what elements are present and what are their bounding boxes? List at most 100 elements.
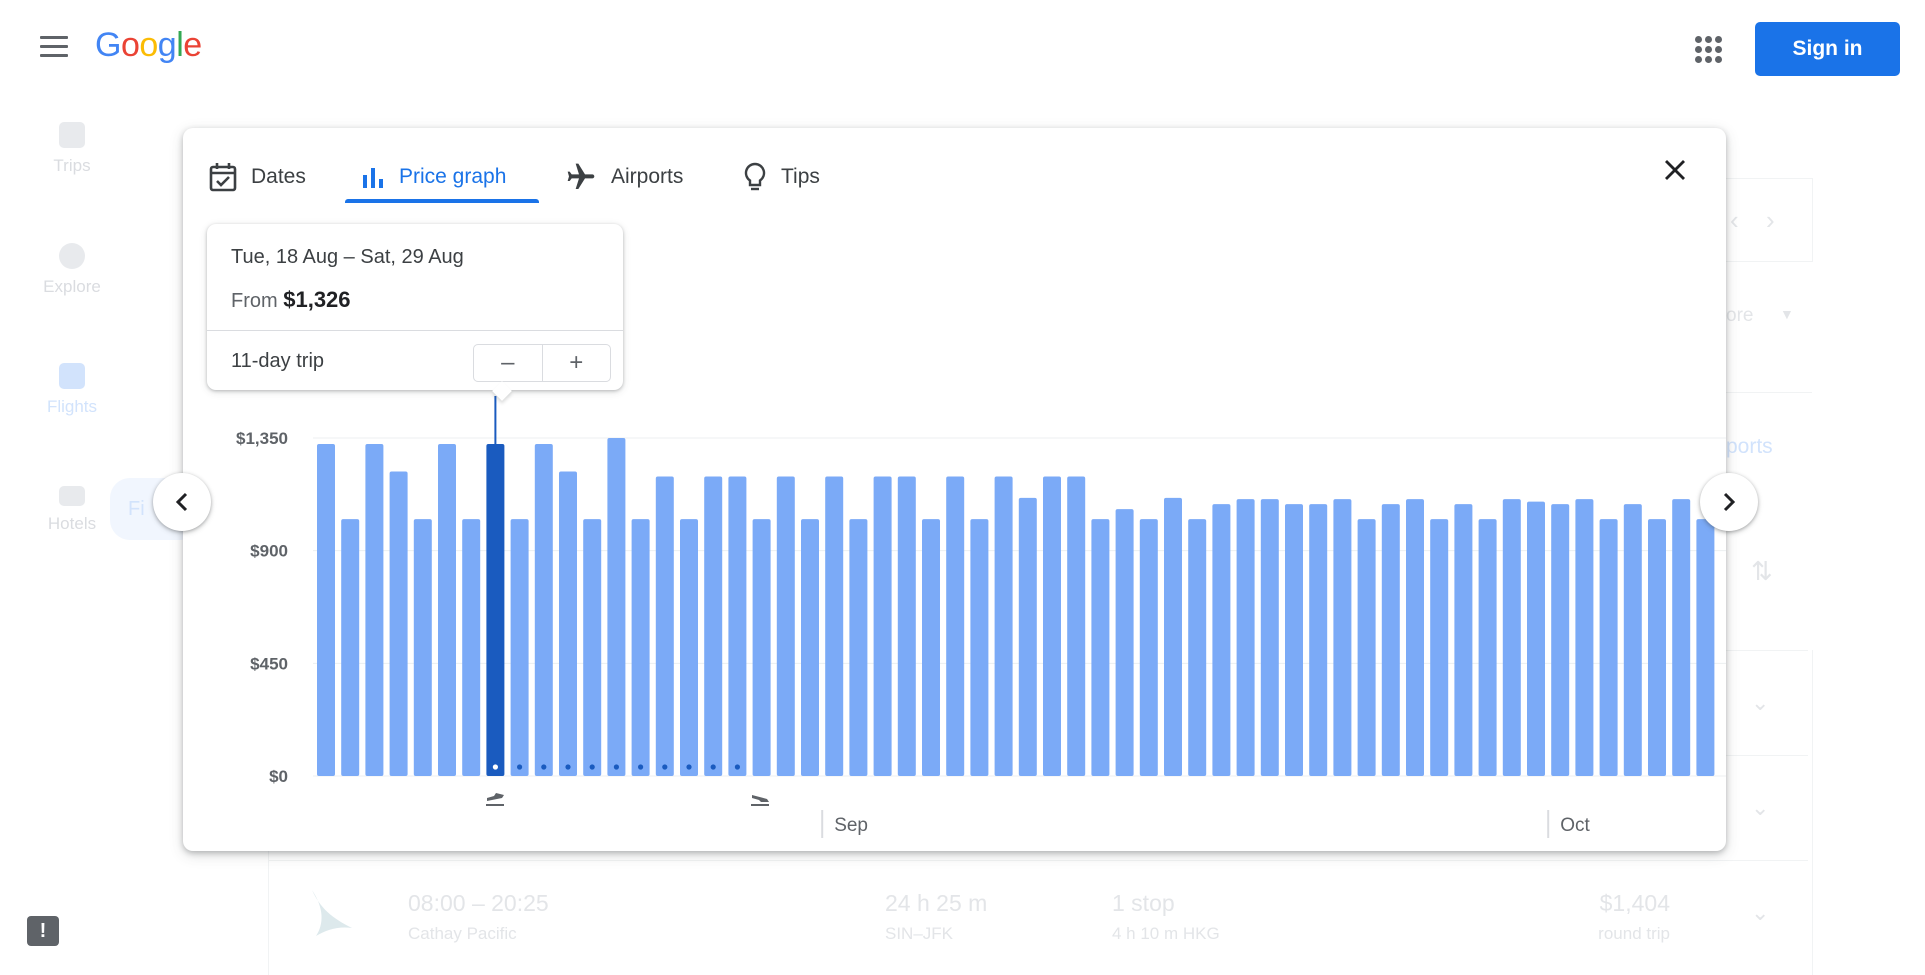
expand-icon[interactable]: ⌄ [1751, 690, 1769, 716]
price-bar[interactable] [631, 519, 650, 776]
stop-detail: 4 h 10 m HKG [1112, 924, 1220, 943]
price-bar[interactable] [1357, 519, 1376, 776]
price-from: From $1,326 [231, 287, 351, 312]
price-bar[interactable] [680, 519, 698, 776]
price-bar[interactable] [1623, 504, 1642, 776]
trip-day-dot [589, 764, 595, 770]
luggage-icon [59, 122, 85, 148]
airline-logo [312, 890, 352, 936]
divider [207, 330, 623, 331]
bed-icon [59, 486, 85, 506]
price-bar[interactable] [559, 471, 577, 776]
price-bar[interactable] [1091, 519, 1110, 776]
price-bar[interactable] [1551, 504, 1570, 776]
increase-trip-button[interactable]: + [543, 345, 611, 381]
price-bar[interactable] [583, 519, 602, 776]
price-bar[interactable] [1575, 499, 1594, 776]
price-bar[interactable] [1139, 519, 1158, 776]
price-bar[interactable] [1502, 499, 1521, 776]
price-bar[interactable] [801, 519, 819, 776]
month-label: Oct [1560, 815, 1590, 836]
apps-grid-icon[interactable] [1695, 36, 1722, 63]
price-bar[interactable] [1212, 504, 1231, 776]
price-bar[interactable] [776, 476, 795, 776]
price-bar[interactable] [510, 519, 529, 776]
sidebar-item-flights[interactable]: Flights [22, 363, 122, 417]
sidebar-item-explore[interactable]: Explore [22, 243, 122, 297]
price-bar[interactable] [897, 476, 916, 776]
price-bar[interactable] [922, 519, 940, 776]
selected-price-bar[interactable] [486, 444, 505, 776]
trip-day-dot [710, 764, 716, 770]
price-bar[interactable] [1309, 504, 1328, 776]
price-bar[interactable] [1430, 519, 1449, 776]
divider [1726, 392, 1812, 393]
previous-dates-button[interactable] [153, 473, 211, 531]
price-bar[interactable] [1260, 499, 1279, 776]
price-bar[interactable] [704, 476, 723, 776]
price-bar[interactable] [389, 471, 408, 776]
price-bar[interactable] [728, 476, 747, 776]
price-bar[interactable] [873, 476, 892, 776]
google-logo[interactable]: Google [95, 26, 202, 65]
sidebar-item-trips[interactable]: Trips [22, 122, 122, 176]
price-bar[interactable] [994, 476, 1013, 776]
price-bar[interactable] [1285, 504, 1303, 776]
price-bar[interactable] [1648, 519, 1666, 776]
flight-route: SIN–JFK [885, 924, 954, 943]
expand-icon[interactable]: ⌄ [1751, 795, 1769, 821]
airports-link[interactable]: ports [1726, 435, 1773, 459]
sidebar-item-hotels[interactable]: Hotels [22, 486, 122, 534]
price-bar[interactable] [607, 438, 626, 776]
price-bar[interactable] [655, 476, 674, 776]
y-tick-label: $900 [250, 542, 288, 561]
price-bar[interactable] [534, 444, 553, 776]
price-bar[interactable] [1018, 497, 1037, 776]
price-bar[interactable] [1164, 497, 1182, 776]
date-prev-icon[interactable]: ‹ [1730, 205, 1739, 236]
next-dates-button[interactable] [1700, 473, 1758, 531]
price-bar[interactable] [462, 519, 481, 776]
price-bar[interactable] [1599, 519, 1618, 776]
flight-duration: 24 h 25 m [885, 890, 988, 916]
price-bar[interactable] [1188, 519, 1207, 776]
price-graph-dialog: Dates Price graph Airports Tips Sep Oct $… [183, 128, 1726, 851]
feedback-icon[interactable]: ! [27, 916, 59, 946]
more-filters-label[interactable]: ore [1726, 305, 1753, 327]
price-bar[interactable] [1406, 499, 1424, 776]
price-bar[interactable] [1454, 504, 1473, 776]
sort-icon[interactable]: ⇅ [1751, 556, 1773, 587]
selected-dates-tooltip: Tue, 18 Aug – Sat, 29 Aug From $1,326 11… [207, 224, 623, 390]
price-bar[interactable] [970, 519, 989, 776]
price-bar[interactable] [1696, 519, 1715, 776]
price-bar[interactable] [1478, 519, 1497, 776]
price-bar[interactable] [1236, 499, 1255, 776]
y-tick-label: $0 [269, 767, 288, 786]
selected-dates: Tue, 18 Aug – Sat, 29 Aug [231, 246, 464, 268]
price-bar[interactable] [317, 444, 335, 776]
selected-price: $1,326 [283, 287, 351, 312]
expand-icon[interactable]: ⌄ [1751, 900, 1769, 926]
price-bar[interactable] [413, 519, 432, 776]
decrease-trip-button[interactable]: – [474, 345, 543, 381]
price-bar[interactable] [1381, 504, 1400, 776]
price-bar[interactable] [1067, 476, 1086, 776]
main-menu-icon[interactable] [40, 36, 68, 58]
price-bar[interactable] [1043, 476, 1061, 776]
price-bar[interactable] [341, 519, 360, 776]
price-bar[interactable] [1115, 509, 1134, 776]
price-bar[interactable] [365, 444, 384, 776]
sign-in-button[interactable]: Sign in [1755, 22, 1900, 76]
date-next-icon[interactable]: › [1766, 205, 1775, 236]
month-label: Sep [834, 815, 868, 836]
price-bar[interactable] [1333, 499, 1352, 776]
price-bar[interactable] [946, 476, 965, 776]
price-bar[interactable] [438, 444, 456, 776]
price-bar[interactable] [825, 476, 844, 776]
price-bar[interactable] [1672, 499, 1691, 776]
price-bar[interactable] [752, 519, 771, 776]
price-bar[interactable] [849, 519, 868, 776]
price-bar[interactable] [1527, 501, 1545, 776]
trip-day-dot [565, 764, 571, 770]
y-tick-label: $450 [250, 654, 288, 673]
